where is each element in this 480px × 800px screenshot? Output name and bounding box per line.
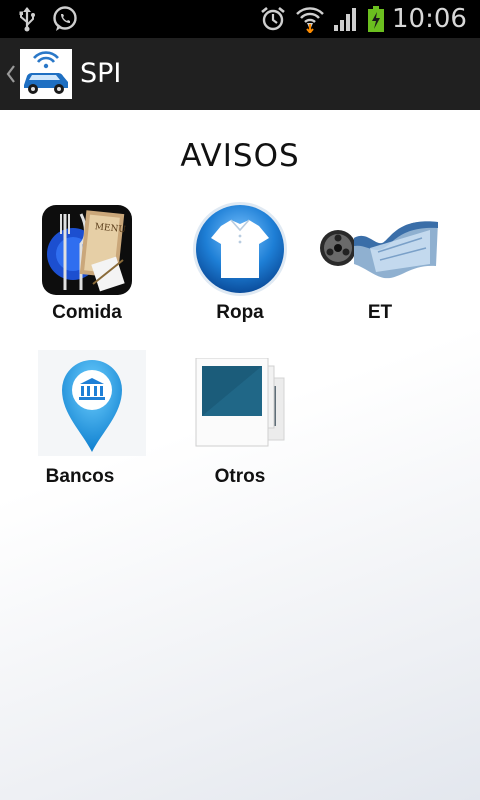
- whatsapp-icon: [50, 0, 80, 38]
- section-title: AVISOS: [180, 138, 300, 174]
- tile-comida[interactable]: MENU Comida: [17, 200, 157, 340]
- photos-stack-icon: [192, 357, 288, 461]
- tile-label: Ropa: [216, 302, 264, 323]
- bank-pin-icon: [38, 350, 146, 461]
- tshirt-icon: [191, 200, 289, 303]
- tile-ropa[interactable]: Ropa: [170, 200, 310, 340]
- wifi-icon: [294, 0, 326, 38]
- film-reel-icon: [318, 208, 442, 291]
- signal-icon: [332, 0, 360, 38]
- tile-otros[interactable]: Otros: [170, 350, 310, 490]
- usb-icon: [14, 0, 40, 38]
- restaurant-menu-icon: MENU: [41, 204, 133, 301]
- car-wifi-logo-icon[interactable]: [20, 49, 72, 99]
- tile-bancos[interactable]: Bancos: [22, 350, 162, 490]
- tile-label: Comida: [52, 302, 122, 323]
- chevron-left-icon[interactable]: [4, 60, 18, 88]
- tile-label: Bancos: [45, 466, 115, 487]
- status-time: 10:06: [392, 4, 467, 34]
- tile-et[interactable]: ET: [310, 200, 450, 340]
- alarm-icon: [258, 0, 288, 38]
- tile-label: ET: [367, 302, 393, 323]
- battery-charging-icon: [366, 0, 386, 38]
- app-title: SPI: [80, 58, 122, 89]
- main-content: AVISOS MENU Comida Ropa ET Bancos Otros: [0, 110, 480, 800]
- action-bar: SPI: [0, 38, 480, 111]
- tile-label: Otros: [214, 466, 266, 487]
- status-bar: 10:06: [0, 0, 480, 38]
